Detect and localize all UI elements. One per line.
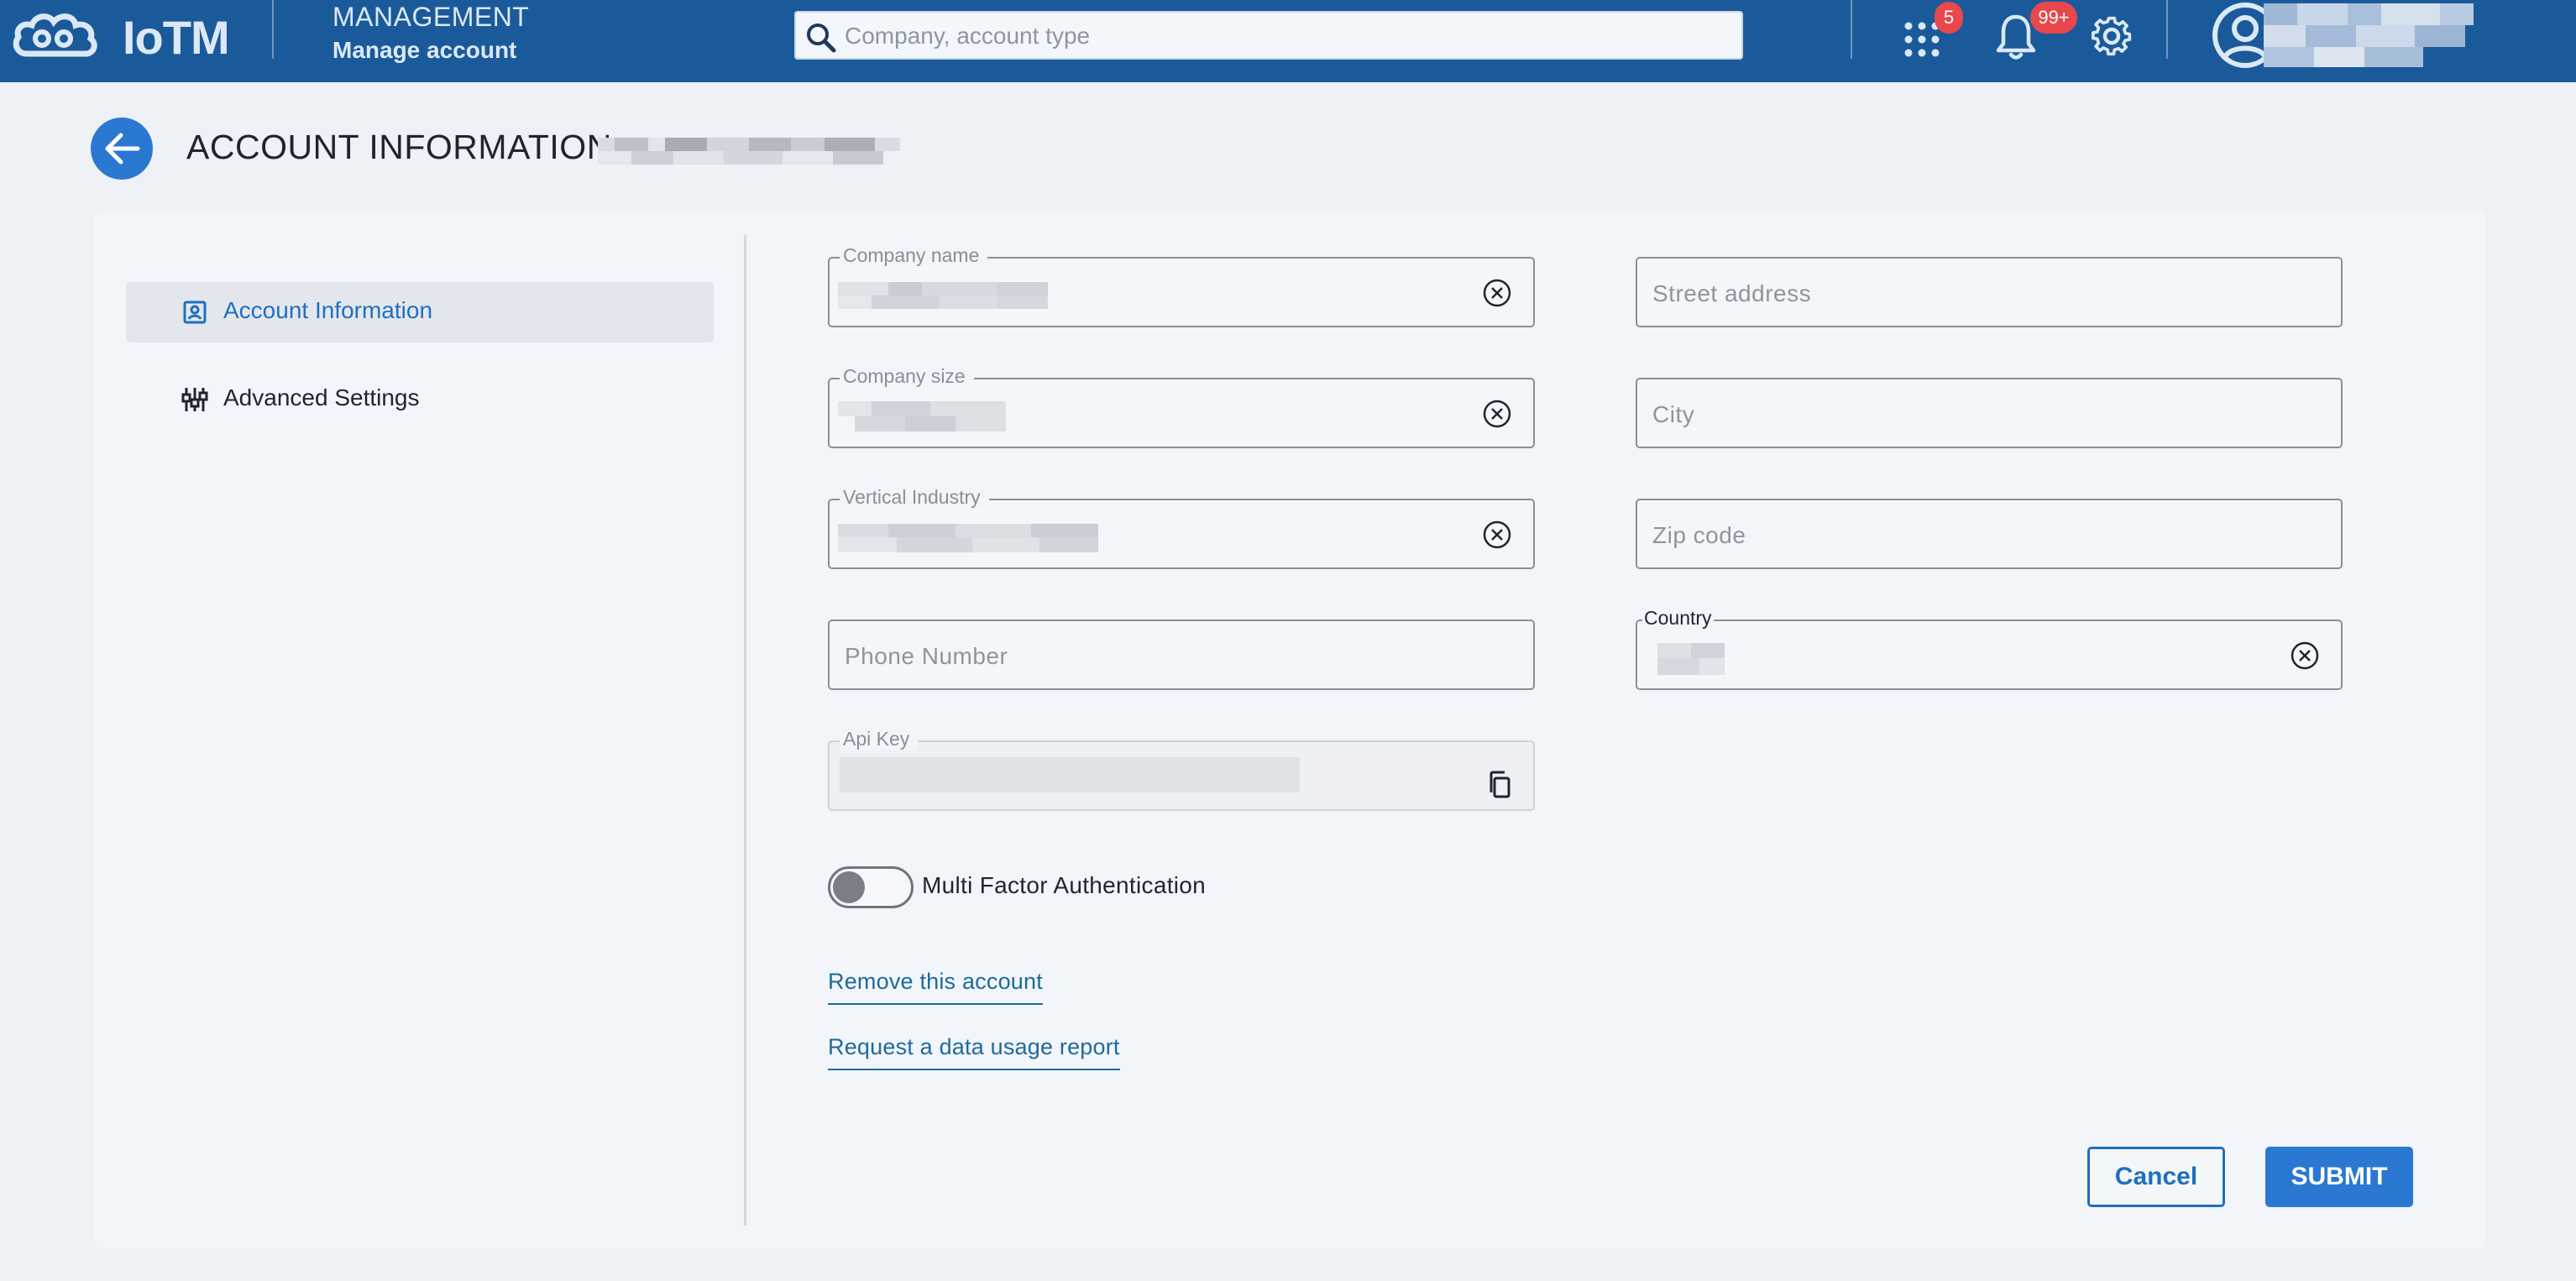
street-address-field[interactable]: Street address	[1636, 257, 2343, 327]
vertical-industry-value-redacted	[838, 524, 1098, 552]
submit-button[interactable]: SUBMIT	[2265, 1147, 2413, 1207]
copy-icon[interactable]	[1488, 771, 1511, 799]
zip-code-field[interactable]: Zip code	[1636, 499, 2343, 569]
clear-icon[interactable]	[1481, 519, 1513, 551]
search-box[interactable]	[794, 11, 1743, 60]
api-key-label: Api Key	[840, 727, 919, 750]
company-size-value-redacted	[838, 401, 1006, 431]
divider	[1851, 0, 1852, 59]
company-name-value-redacted	[838, 282, 1048, 309]
settings-button[interactable]	[2089, 13, 2134, 59]
city-placeholder: City	[1652, 401, 1695, 427]
back-button[interactable]	[91, 118, 153, 180]
city-field[interactable]: City	[1636, 378, 2343, 448]
country-value-redacted	[1657, 643, 1725, 675]
notifications-badge: 99+	[2030, 2, 2077, 34]
phone-number-field[interactable]: Phone Number	[828, 620, 1535, 690]
logo-text: IoTM	[123, 11, 230, 64]
api-key-value-redacted	[840, 757, 1300, 792]
vertical-industry-label: Vertical Industry	[840, 485, 989, 509]
mfa-label: Multi Factor Authentication	[922, 872, 1207, 898]
sidebar-item-label: Account Information	[223, 297, 433, 323]
gear-icon	[2092, 16, 2132, 56]
search-input[interactable]	[845, 19, 1726, 53]
country-label: Country	[1642, 606, 1714, 630]
sidebar-item-account-information[interactable]: Account Information	[126, 282, 714, 342]
arrow-left-icon	[105, 133, 140, 165]
section-title: MANAGEMENT	[332, 2, 530, 32]
clear-icon[interactable]	[1481, 398, 1513, 430]
section-subtitle: Manage account	[332, 37, 517, 63]
toggle-knob	[833, 871, 865, 903]
country-field[interactable]: Country	[1636, 606, 2343, 690]
vertical-industry-field[interactable]: Vertical Industry	[828, 485, 1535, 569]
apps-badge: 5	[1935, 2, 1963, 34]
company-size-field[interactable]: Company size	[828, 364, 1535, 448]
logo[interactable]: IoTM	[12, 5, 230, 64]
user-name-redacted	[2264, 3, 2474, 67]
divider	[2166, 0, 2168, 59]
page-title: ACCOUNT INFORMATION:	[186, 128, 622, 166]
data-usage-report-link[interactable]: Request a data usage report	[828, 1034, 1120, 1070]
sidebar-item-label: Advanced Settings	[223, 384, 420, 410]
cloud-logo-icon	[13, 13, 97, 57]
cancel-button[interactable]: Cancel	[2087, 1147, 2225, 1207]
content-panel	[94, 212, 2487, 1249]
zip-code-placeholder: Zip code	[1652, 522, 1746, 548]
clear-icon[interactable]	[2289, 640, 2321, 672]
phone-number-placeholder: Phone Number	[845, 643, 1008, 669]
remove-account-link[interactable]: Remove this account	[828, 969, 1043, 1005]
search-icon	[807, 24, 836, 53]
company-name-label: Company name	[840, 243, 988, 267]
company-size-label: Company size	[840, 364, 974, 388]
street-address-placeholder: Street address	[1652, 280, 1812, 306]
mfa-toggle[interactable]	[828, 866, 914, 908]
sidebar-item-advanced-settings[interactable]: Advanced Settings	[126, 369, 714, 430]
api-key-field: Api Key	[828, 727, 1535, 811]
divider	[272, 0, 274, 59]
clear-icon[interactable]	[1481, 277, 1513, 309]
top-bar: IoTM MANAGEMENT Manage account 5 99+	[0, 0, 2576, 82]
sliders-icon	[181, 388, 208, 411]
company-name-field[interactable]: Company name	[828, 243, 1535, 327]
account-name-redacted	[598, 138, 900, 165]
sidebar-divider	[744, 235, 746, 1226]
account-card-icon	[183, 301, 207, 324]
